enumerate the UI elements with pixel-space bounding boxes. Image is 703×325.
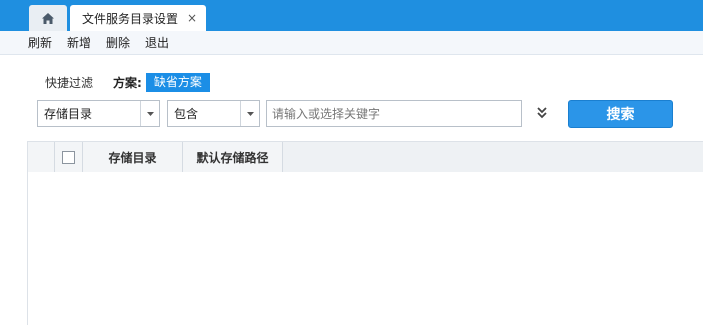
select-all-checkbox[interactable]: [62, 150, 75, 164]
dropdown-arrow[interactable]: [140, 101, 159, 126]
scheme-chip-default[interactable]: 缺省方案: [145, 72, 210, 92]
home-icon: [42, 12, 54, 24]
scheme-label: 方案:: [113, 75, 142, 90]
search-button[interactable]: 搜索: [568, 100, 673, 128]
column-header-storage-directory[interactable]: 存储目录: [83, 142, 183, 172]
tab-file-service-directory[interactable]: 文件服务目录设置 ×: [70, 5, 206, 31]
chevron-down-icon: [246, 111, 254, 116]
select-all-header: [55, 142, 83, 172]
home-tab[interactable]: [29, 5, 67, 31]
keyword-input[interactable]: [266, 100, 522, 127]
delete-menu-item[interactable]: 删除: [106, 34, 130, 51]
exit-menu-item[interactable]: 退出: [145, 34, 169, 51]
field-select[interactable]: 存储目录: [37, 100, 160, 127]
operator-select[interactable]: 包含: [167, 100, 260, 127]
close-icon[interactable]: ×: [187, 11, 197, 25]
refresh-menu-item[interactable]: 刷新: [28, 34, 52, 51]
row-number-header: [28, 142, 55, 172]
quick-filter-label: 快捷过滤: [45, 75, 94, 90]
dropdown-arrow[interactable]: [240, 101, 259, 126]
filter-row: 快捷过滤 方案: 缺省方案: [45, 72, 210, 92]
operator-select-value: 包含: [174, 107, 199, 121]
menu-bar: 刷新 新增 删除 退出: [0, 31, 703, 55]
data-grid: 存储目录 默认存储路径: [27, 141, 703, 325]
chevron-down-icon: [146, 111, 154, 116]
tab-bar: 文件服务目录设置 ×: [0, 0, 703, 31]
tab-label: 文件服务目录设置: [82, 11, 179, 26]
double-chevron-down-icon[interactable]: [536, 106, 548, 120]
grid-header: 存储目录 默认存储路径: [28, 142, 703, 172]
add-menu-item[interactable]: 新增: [67, 34, 91, 51]
grid-body: [28, 172, 703, 325]
column-header-default-path[interactable]: 默认存储路径: [183, 142, 283, 172]
field-select-value: 存储目录: [44, 107, 93, 121]
